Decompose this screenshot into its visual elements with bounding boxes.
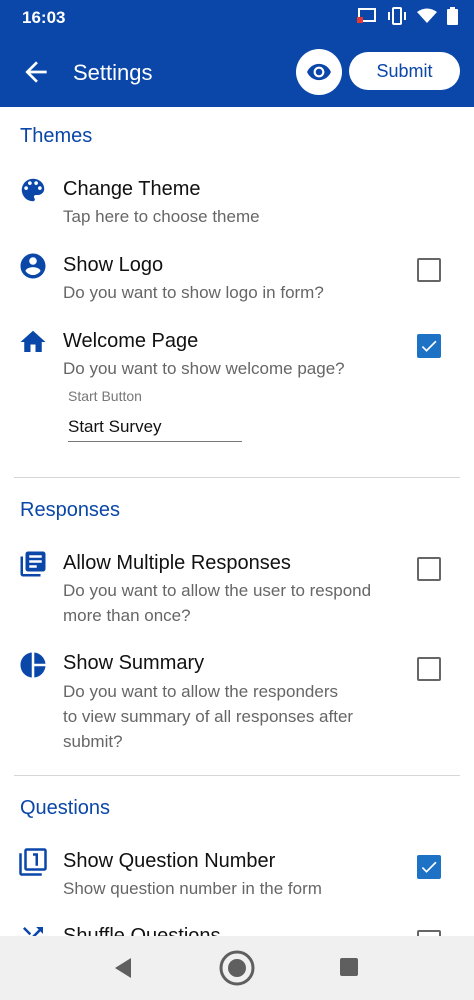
show-question-number-subtitle: Show question number in the form <box>63 879 322 898</box>
allow-multiple-subtitle-line1: Do you want to allow the user to respond <box>63 581 372 600</box>
start-button-label: Start Button <box>68 388 142 404</box>
show-summary-subtitle-line3: submit? <box>63 732 123 751</box>
welcome-page-checkbox[interactable] <box>417 334 441 358</box>
library-books-icon <box>20 551 46 577</box>
welcome-page-title: Welcome Page <box>63 330 199 352</box>
show-question-number-checkbox[interactable] <box>417 855 441 879</box>
show-question-number-title: Show Question Number <box>63 850 276 872</box>
show-logo-title: Show Logo <box>63 254 164 276</box>
check-icon <box>421 861 437 873</box>
app-bar: Settings Submit <box>0 36 474 107</box>
pie-chart-icon <box>20 652 46 678</box>
section-title-questions: Questions <box>20 797 111 819</box>
page-title: Settings <box>73 60 153 85</box>
section-title-themes: Themes <box>20 125 93 147</box>
nav-home-icon[interactable] <box>219 950 255 986</box>
start-button-underline <box>68 441 242 442</box>
show-summary-subtitle-line2: to view summary of all responses after <box>63 707 354 726</box>
allow-multiple-checkbox[interactable] <box>417 557 441 581</box>
navigation-bar <box>0 936 474 1000</box>
show-logo-subtitle: Do you want to show logo in form? <box>63 283 324 302</box>
change-theme-title: Change Theme <box>63 178 201 200</box>
preview-button[interactable] <box>296 49 342 95</box>
divider <box>14 775 460 776</box>
show-summary-checkbox[interactable] <box>417 657 441 681</box>
allow-multiple-subtitle-line2: more than once? <box>63 606 191 625</box>
status-bar: 16:03 <box>0 0 474 36</box>
home-icon <box>20 330 46 352</box>
filter-1-icon <box>19 848 47 876</box>
nav-back-icon[interactable] <box>113 957 133 979</box>
account-circle-icon <box>20 253 46 279</box>
check-icon <box>421 340 437 352</box>
palette-icon <box>21 178 45 202</box>
status-time: 16:03 <box>22 8 66 27</box>
change-theme-subtitle: Tap here to choose theme <box>63 207 260 226</box>
show-summary-title: Show Summary <box>63 652 205 674</box>
submit-button[interactable]: Submit <box>349 52 460 90</box>
allow-multiple-title: Allow Multiple Responses <box>63 552 291 574</box>
cast-icon <box>357 8 376 23</box>
welcome-page-subtitle: Do you want to show welcome page? <box>63 359 345 378</box>
show-summary-subtitle-line1: Do you want to allow the responders <box>63 682 338 701</box>
start-button-input[interactable]: Start Survey <box>68 417 162 437</box>
wifi-icon <box>417 8 437 23</box>
eye-icon <box>307 63 331 81</box>
back-button[interactable] <box>20 56 52 88</box>
status-icons <box>357 7 458 25</box>
nav-recents-icon[interactable] <box>340 958 358 976</box>
battery-icon <box>447 7 458 25</box>
divider <box>14 477 460 478</box>
section-title-responses: Responses <box>20 499 121 521</box>
show-logo-checkbox[interactable] <box>417 258 441 282</box>
arrow-back-icon <box>25 61 47 83</box>
vibrate-icon <box>388 7 406 25</box>
